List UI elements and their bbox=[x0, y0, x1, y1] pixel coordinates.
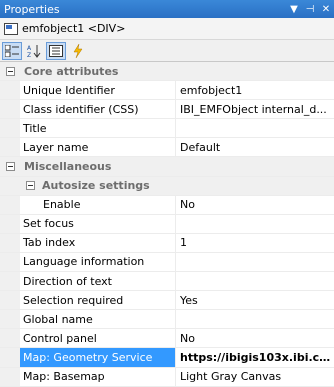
property-value[interactable]: No bbox=[176, 196, 334, 214]
property-name: Enable bbox=[20, 195, 176, 214]
property-row[interactable]: Language information bbox=[0, 252, 334, 273]
property-value[interactable]: Default bbox=[176, 138, 334, 156]
property-name: Selection required bbox=[20, 291, 176, 310]
property-value[interactable]: No bbox=[176, 329, 334, 347]
property-value[interactable]: emfobject1 bbox=[176, 81, 334, 99]
property-value[interactable] bbox=[176, 272, 334, 290]
property-row[interactable]: Unique Identifier emfobject1 bbox=[0, 81, 334, 101]
collapse-icon[interactable] bbox=[25, 181, 35, 191]
property-value[interactable]: 1 bbox=[176, 234, 334, 252]
property-row[interactable]: Class identifier (CSS) IBI_EMFObject int… bbox=[0, 100, 334, 120]
property-row[interactable]: Direction of text bbox=[0, 272, 334, 292]
svg-text:Z: Z bbox=[27, 52, 31, 58]
property-row-selected[interactable]: Map: Geometry Service https://ibigis103x… bbox=[0, 348, 334, 368]
properties-view-button[interactable] bbox=[46, 41, 66, 60]
property-row[interactable]: Control panel No bbox=[0, 329, 334, 349]
category-misc[interactable]: Miscellaneous bbox=[0, 157, 334, 177]
property-row[interactable]: Map: Basemap Light Gray Canvas bbox=[0, 367, 334, 387]
property-value[interactable]: IBI_EMFObject internal_d... bbox=[176, 100, 334, 118]
property-value[interactable]: Light Gray Canvas bbox=[176, 368, 334, 386]
property-name: Unique Identifier bbox=[20, 81, 176, 100]
category-label: Miscellaneous bbox=[24, 160, 112, 174]
property-name: Title bbox=[20, 119, 176, 138]
subcategory-autosize[interactable]: Autosize settings bbox=[0, 176, 334, 196]
property-name: Language information bbox=[20, 252, 176, 272]
property-row[interactable]: Tab index 1 bbox=[0, 233, 334, 253]
subcategory-label: Autosize settings bbox=[42, 179, 150, 193]
property-row[interactable]: Layer name Default bbox=[0, 138, 334, 158]
object-label: emfobject1 <DIV> bbox=[22, 22, 126, 35]
collapse-icon[interactable] bbox=[5, 162, 15, 172]
property-value[interactable] bbox=[176, 215, 334, 233]
property-row[interactable]: Title bbox=[0, 119, 334, 139]
property-name: Layer name bbox=[20, 138, 176, 157]
properties-toolbar: A Z bbox=[0, 40, 334, 62]
svg-text:A: A bbox=[27, 45, 32, 52]
category-label: Core attributes bbox=[24, 64, 119, 78]
object-selector[interactable]: emfobject1 <DIV> bbox=[0, 18, 334, 40]
property-row[interactable]: Enable No bbox=[0, 195, 334, 215]
property-name: Set focus bbox=[20, 214, 176, 233]
property-pages-icon bbox=[49, 44, 63, 57]
categorized-icon bbox=[5, 44, 19, 57]
events-view-button[interactable] bbox=[68, 42, 88, 60]
lightning-icon bbox=[73, 43, 83, 58]
panel-titlebar: Properties ▼ ⊣ ✕ bbox=[0, 0, 334, 18]
object-icon bbox=[4, 22, 18, 35]
property-name: Direction of text bbox=[20, 272, 176, 291]
dropdown-arrow-icon[interactable]: ▼ bbox=[286, 4, 302, 15]
property-name: Global name bbox=[20, 310, 176, 329]
property-name: Map: Geometry Service bbox=[20, 348, 176, 367]
property-name: Class identifier (CSS) bbox=[20, 100, 176, 119]
sort-az-icon: A Z bbox=[27, 44, 41, 58]
property-name: Tab index bbox=[20, 233, 176, 252]
property-grid: Core attributes Unique Identifier emfobj… bbox=[0, 62, 334, 387]
property-value[interactable]: Yes bbox=[176, 291, 334, 309]
close-icon[interactable]: ✕ bbox=[318, 4, 334, 15]
category-core[interactable]: Core attributes bbox=[0, 62, 334, 82]
property-value[interactable] bbox=[176, 119, 334, 137]
property-name: Map: Basemap bbox=[20, 367, 176, 386]
property-value[interactable] bbox=[176, 310, 334, 328]
property-name: Control panel bbox=[20, 329, 176, 348]
property-row[interactable]: Selection required Yes bbox=[0, 291, 334, 311]
property-value[interactable] bbox=[176, 253, 334, 271]
property-row[interactable]: Global name bbox=[0, 310, 334, 330]
property-row[interactable]: Set focus bbox=[0, 214, 334, 234]
pin-icon[interactable]: ⊣ bbox=[302, 4, 318, 15]
alphabetical-sort-button[interactable]: A Z bbox=[24, 42, 44, 60]
panel-title: Properties bbox=[4, 2, 60, 16]
categorized-view-button[interactable] bbox=[2, 41, 22, 60]
property-value[interactable]: https://ibigis103x.ibi.co... bbox=[176, 348, 334, 366]
collapse-icon[interactable] bbox=[5, 66, 15, 76]
